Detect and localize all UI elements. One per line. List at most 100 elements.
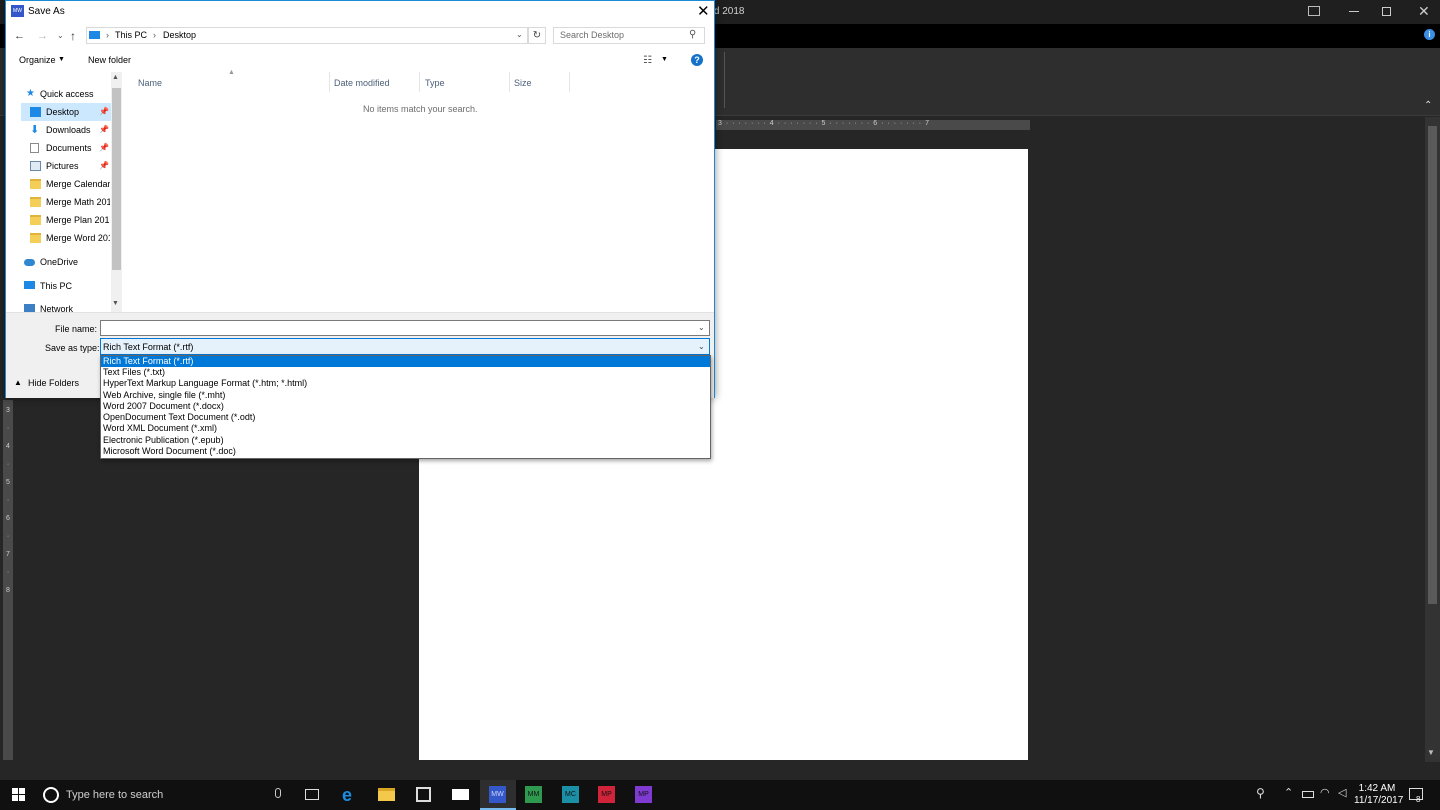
minimize-icon[interactable] bbox=[1349, 11, 1359, 12]
mail-icon[interactable] bbox=[452, 789, 469, 800]
column-header-size[interactable]: Size bbox=[514, 78, 532, 88]
back-arrow-icon[interactable]: ← bbox=[14, 30, 25, 42]
organize-dropdown-icon[interactable]: ▼ bbox=[58, 56, 65, 63]
task-view-icon[interactable] bbox=[305, 789, 319, 800]
store-icon[interactable] bbox=[416, 787, 431, 802]
type-option-html[interactable]: HyperText Markup Language Format (*.htm;… bbox=[101, 378, 710, 389]
people-icon[interactable]: ⚲ bbox=[1256, 786, 1265, 800]
nav-item-downloads[interactable]: ⬇ Downloads 📌 bbox=[30, 121, 110, 139]
notification-count-badge: 8 bbox=[1416, 795, 1421, 804]
nav-item-merge-word[interactable]: Merge Word 201 bbox=[30, 229, 110, 247]
document-scrollbar-thumb[interactable] bbox=[1428, 126, 1437, 604]
recent-locations-chevron-icon[interactable]: ⌄ bbox=[57, 31, 64, 40]
pin-icon: 📌 bbox=[99, 161, 109, 170]
breadcrumb-this-pc[interactable]: This PC bbox=[115, 30, 147, 40]
ribbon-display-options-icon[interactable] bbox=[1308, 6, 1320, 16]
pictures-icon bbox=[30, 161, 41, 171]
cortana-icon[interactable] bbox=[43, 787, 59, 803]
column-header-type[interactable]: Type bbox=[425, 78, 445, 88]
nav-item-label: Pictures bbox=[46, 161, 79, 171]
organize-button[interactable]: Organize bbox=[19, 55, 56, 65]
column-divider[interactable] bbox=[509, 72, 510, 92]
forward-arrow-icon[interactable]: → bbox=[37, 30, 48, 42]
windows-start-icon[interactable] bbox=[12, 788, 26, 802]
battery-icon[interactable] bbox=[1302, 791, 1314, 798]
nav-item-pictures[interactable]: Pictures 📌 bbox=[30, 157, 110, 175]
hide-folders-chevron-icon[interactable]: ▲ bbox=[14, 378, 22, 387]
hide-folders-button[interactable]: Hide Folders bbox=[28, 378, 79, 388]
collapse-ribbon-icon[interactable]: ⌃ bbox=[1424, 100, 1432, 111]
breadcrumb-desktop[interactable]: Desktop bbox=[163, 30, 196, 40]
taskbar-search-input[interactable]: Type here to search bbox=[66, 789, 163, 801]
folder-icon bbox=[30, 179, 41, 189]
breadcrumb-separator-icon[interactable]: › bbox=[153, 30, 156, 40]
type-option-doc[interactable]: Microsoft Word Document (*.doc) bbox=[101, 446, 710, 457]
computer-icon bbox=[24, 281, 35, 289]
show-hidden-icons-icon[interactable]: ⌃ bbox=[1284, 786, 1293, 799]
new-folder-button[interactable]: New folder bbox=[88, 55, 131, 65]
dialog-close-icon[interactable]: ✕ bbox=[697, 2, 710, 20]
nav-item-merge-calendar[interactable]: Merge Calendar bbox=[30, 175, 110, 193]
type-option-odt[interactable]: OpenDocument Text Document (*.odt) bbox=[101, 412, 710, 423]
taskbar bbox=[0, 780, 1440, 810]
type-option-rtf[interactable]: Rich Text Format (*.rtf) bbox=[101, 356, 710, 367]
folder-icon bbox=[30, 215, 41, 225]
taskbar-app-merge-math[interactable]: MM bbox=[525, 786, 542, 803]
nav-item-merge-math[interactable]: Merge Math 201 bbox=[30, 193, 110, 211]
nav-item-quick-access[interactable]: ★ Quick access bbox=[26, 85, 116, 103]
star-icon: ★ bbox=[26, 88, 35, 99]
taskbar-app-merge-word[interactable]: MW bbox=[489, 786, 506, 803]
dialog-titlebar[interactable] bbox=[6, 1, 714, 23]
volume-icon[interactable]: ◁ bbox=[1338, 786, 1346, 799]
file-explorer-icon[interactable] bbox=[378, 788, 395, 801]
nav-item-onedrive[interactable]: OneDrive bbox=[24, 253, 110, 271]
horizontal-ruler-ticks: 3 · · · · · · · 4 · · · · · · · 5 · · · … bbox=[718, 120, 930, 127]
folder-icon bbox=[30, 233, 41, 243]
nav-item-label: Network bbox=[40, 304, 74, 312]
search-icon[interactable]: ⚲ bbox=[689, 29, 696, 40]
nav-item-label: Merge Plan 2017 bbox=[46, 215, 110, 225]
nav-item-documents[interactable]: Documents 📌 bbox=[30, 139, 110, 157]
breadcrumb-separator-icon[interactable]: › bbox=[106, 30, 109, 40]
help-icon[interactable]: ? bbox=[691, 54, 703, 66]
scroll-down-icon[interactable]: ▼ bbox=[1427, 748, 1435, 757]
view-dropdown-icon[interactable]: ▼ bbox=[661, 56, 668, 63]
type-option-mht[interactable]: Web Archive, single file (*.mht) bbox=[101, 390, 710, 401]
type-option-docx[interactable]: Word 2007 Document (*.docx) bbox=[101, 401, 710, 412]
taskbar-app-merge-calendar[interactable]: MC bbox=[562, 786, 579, 803]
scroll-down-icon[interactable]: ▼ bbox=[112, 300, 119, 307]
scroll-up-icon[interactable]: ▲ bbox=[112, 74, 119, 81]
info-icon[interactable]: i bbox=[1424, 29, 1435, 40]
save-as-type-dropdown-icon[interactable]: ⌄ bbox=[698, 342, 705, 351]
file-name-dropdown-icon[interactable]: ⌄ bbox=[698, 323, 705, 332]
up-arrow-icon[interactable]: ↑ bbox=[70, 29, 76, 43]
nav-item-desktop[interactable]: Desktop 📌 bbox=[30, 103, 110, 121]
column-header-name[interactable]: Name bbox=[138, 78, 162, 88]
nav-item-label: Merge Calendar bbox=[46, 179, 110, 189]
change-view-icon[interactable]: ☷ bbox=[643, 55, 652, 66]
pin-icon: 📌 bbox=[99, 107, 109, 116]
type-option-xml[interactable]: Word XML Document (*.xml) bbox=[101, 423, 710, 434]
address-dropdown-chevron-icon[interactable]: ⌄ bbox=[516, 30, 523, 39]
file-name-input[interactable] bbox=[100, 320, 710, 336]
nav-pane-scrollbar-thumb[interactable] bbox=[112, 88, 121, 270]
taskbar-app-merge-presentation[interactable]: MP bbox=[635, 786, 652, 803]
refresh-icon[interactable]: ↻ bbox=[528, 27, 546, 44]
taskbar-app-merge-plan[interactable]: MP bbox=[598, 786, 615, 803]
microphone-icon[interactable] bbox=[275, 788, 281, 798]
restore-icon[interactable] bbox=[1382, 7, 1391, 16]
edge-browser-icon[interactable]: e bbox=[342, 785, 352, 806]
column-divider[interactable] bbox=[329, 72, 330, 92]
wifi-icon[interactable]: ◠ bbox=[1320, 786, 1330, 799]
nav-item-merge-plan[interactable]: Merge Plan 2017 bbox=[30, 211, 110, 229]
nav-item-this-pc[interactable]: This PC bbox=[24, 277, 110, 295]
type-option-txt[interactable]: Text Files (*.txt) bbox=[101, 367, 710, 378]
nav-item-network[interactable]: Network bbox=[24, 300, 110, 312]
column-divider[interactable] bbox=[419, 72, 420, 92]
clock[interactable]: 1:42 AM 11/17/2017 bbox=[1354, 783, 1403, 807]
column-header-date-modified[interactable]: Date modified bbox=[334, 78, 390, 88]
close-icon[interactable]: ✕ bbox=[1418, 3, 1430, 20]
type-option-epub[interactable]: Electronic Publication (*.epub) bbox=[101, 435, 710, 446]
column-divider[interactable] bbox=[569, 72, 570, 92]
this-pc-icon bbox=[89, 31, 100, 39]
